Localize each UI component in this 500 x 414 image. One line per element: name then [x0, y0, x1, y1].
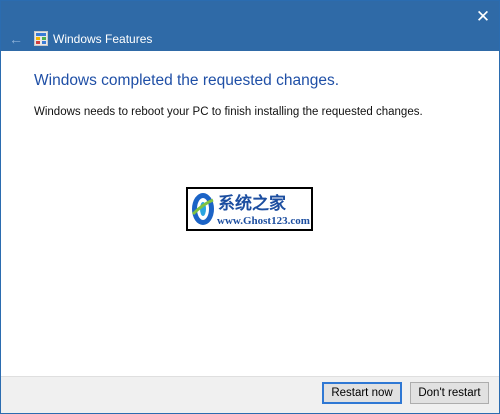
back-button[interactable]: ←	[7, 29, 25, 49]
svg-text:系统之家: 系统之家	[218, 193, 286, 214]
close-icon: ✕	[475, 7, 491, 26]
watermark-logo: 系统之家 www.Ghost123.com	[186, 187, 313, 231]
dont-restart-button[interactable]: Don't restart	[410, 382, 489, 404]
dialog-footer: Restart now Don't restart	[1, 376, 499, 413]
back-arrow-icon: ←	[9, 31, 23, 47]
window-title: Windows Features	[53, 32, 153, 46]
title-nav-row: ← Windows Features	[1, 27, 499, 51]
svg-text:www.Ghost123.com: www.Ghost123.com	[217, 215, 310, 227]
watermark-text: 系统之家 www.Ghost123.com	[217, 193, 310, 227]
close-button[interactable]: ✕	[473, 7, 493, 27]
completion-heading: Windows completed the requested changes.	[34, 72, 340, 89]
globe-logo-icon	[191, 193, 214, 225]
reboot-message: Windows needs to reboot your PC to finis…	[34, 106, 423, 118]
restart-now-button[interactable]: Restart now	[322, 382, 402, 404]
windows-features-icon	[34, 31, 48, 46]
title-bar: ✕ ← Windows Features	[1, 1, 499, 51]
windows-features-dialog: ✕ ← Windows Features Windows completed t…	[0, 0, 500, 414]
